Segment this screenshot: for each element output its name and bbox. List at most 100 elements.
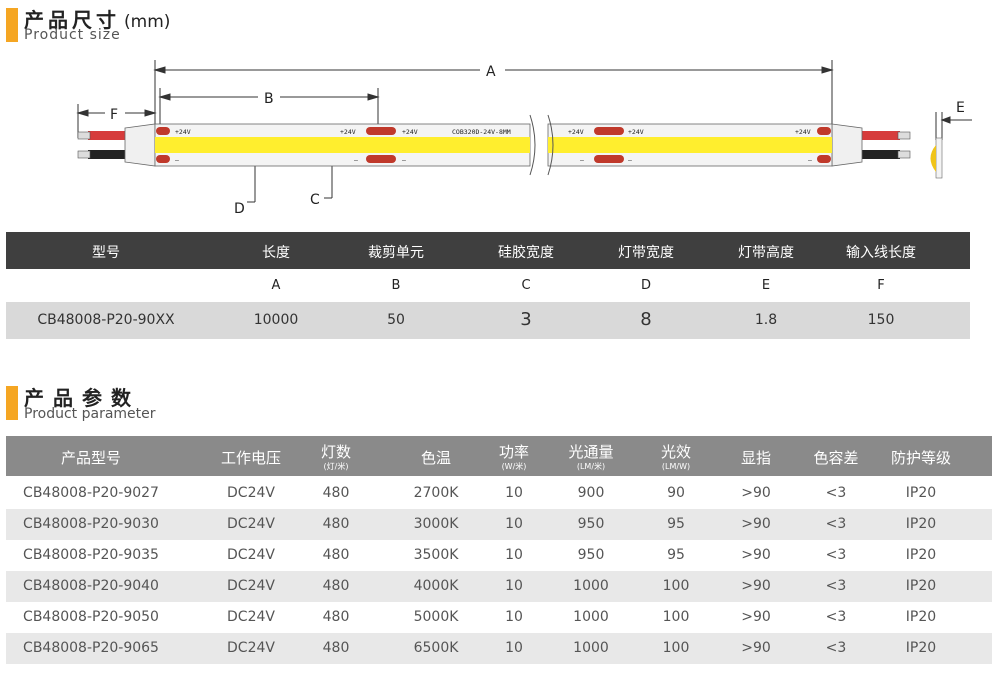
row-sdcm: <3 (825, 640, 847, 656)
row-sdcm: <3 (825, 516, 847, 532)
spec-header-wire-length: 输入线长度 (846, 245, 916, 261)
spec-header-strip-width: 灯带宽度 (618, 245, 674, 261)
minus-label-6: – (808, 156, 812, 164)
title-accent-bar (6, 386, 18, 420)
param-header-voltage: 工作电压 (220, 449, 281, 467)
param-header-cct: 色温 (420, 449, 451, 467)
row-efficacy: 95 (667, 516, 685, 532)
row-voltage: DC24V (227, 640, 275, 656)
dim-label-c: C (310, 192, 320, 208)
table-row: CB48008-P20-9050 DC24V 480 5000K 10 1000… (6, 602, 992, 633)
plus-label-6: +24V (795, 128, 811, 136)
minus-label-3: – (402, 156, 406, 164)
param-header-lumen: 光通量 (LM/米) (568, 443, 614, 471)
spec-table-letters: A B C D E F (6, 270, 970, 300)
param-header-led-count: 灯数 (灯/米) (320, 443, 351, 471)
row-ip: IP20 (905, 485, 937, 501)
row-ip: IP20 (905, 547, 937, 563)
spec-value-model: CB48008-P20-90XX (37, 312, 175, 328)
row-power: 10 (505, 640, 523, 656)
plus-label-5: +24V (628, 128, 644, 136)
spec-letter-f: F (877, 278, 885, 293)
row-efficacy: 95 (667, 547, 685, 563)
spec-header-silicone-width: 硅胶宽度 (498, 245, 554, 261)
table-row: CB48008-P20-9040 DC24V 480 4000K 10 1000… (6, 571, 992, 602)
dim-label-f: F (110, 107, 118, 123)
row-model: CB48008-P20-9040 (23, 578, 159, 594)
row-efficacy: 90 (667, 485, 685, 501)
spec-value-strip-height: 1.8 (754, 312, 778, 328)
row-led-count: 480 (322, 609, 350, 625)
spec-table-values: CB48008-P20-90XX 10000 50 3 8 1.8 150 (6, 302, 970, 339)
row-voltage: DC24V (227, 578, 275, 594)
row-voltage: DC24V (227, 547, 275, 563)
row-led-count: 480 (322, 547, 350, 563)
row-led-count: 480 (322, 578, 350, 594)
spec-value-length: 10000 (253, 312, 299, 328)
row-efficacy: 100 (662, 578, 690, 594)
row-lumen: 1000 (573, 578, 609, 594)
param-header-sdcm: 色容差 (813, 449, 859, 467)
param-header-ip: 防护等级 (890, 449, 951, 467)
spec-table-header: 型号 长度 裁剪单元 硅胶宽度 灯带宽度 灯带高度 输入线长度 (6, 232, 970, 269)
row-cct: 4000K (413, 578, 459, 594)
param-title-en: Product parameter (24, 406, 156, 422)
row-led-count: 480 (322, 640, 350, 656)
row-cri: >90 (741, 578, 771, 594)
row-power: 10 (505, 578, 523, 594)
table-row: CB48008-P20-9027 DC24V 480 2700K 10 900 … (6, 478, 992, 509)
row-led-count: 480 (322, 485, 350, 501)
row-ip: IP20 (905, 609, 937, 625)
plus-label-4: +24V (568, 128, 584, 136)
row-ip: IP20 (905, 516, 937, 532)
strip-dimension-diagram: +24V +24V +24V COB320D-24V-8MM +24V +24V… (76, 60, 972, 217)
table-row: CB48008-P20-9035 DC24V 480 3500K 10 950 … (6, 540, 992, 571)
dim-label-d: D (234, 201, 245, 217)
model-print: COB320D-24V-8MM (452, 128, 511, 136)
row-voltage: DC24V (227, 485, 275, 501)
spec-letter-b: B (391, 278, 401, 293)
dim-label-b: B (264, 91, 274, 107)
row-cct: 3000K (413, 516, 459, 532)
row-voltage: DC24V (227, 516, 275, 532)
row-model: CB48008-P20-9035 (23, 547, 159, 563)
table-row: CB48008-P20-9030 DC24V 480 3000K 10 950 … (6, 509, 992, 540)
row-cct: 3500K (413, 547, 459, 563)
param-table-header: 产品型号 工作电压 灯数 (灯/米) 色温 功率 (W/米) 光通量 (LM/米) 光… (6, 436, 992, 476)
row-cct: 5000K (413, 609, 459, 625)
spec-value-silicone-width: 3 (520, 309, 532, 330)
param-header-cri: 显指 (740, 449, 771, 467)
row-cct: 2700K (413, 485, 459, 501)
spec-value-wire-length: 150 (867, 312, 895, 328)
row-lumen: 1000 (573, 609, 609, 625)
param-header-efficacy: 光效 (LM/W) (660, 443, 691, 471)
row-model: CB48008-P20-9065 (23, 640, 159, 656)
row-ip: IP20 (905, 640, 937, 656)
row-model: CB48008-P20-9050 (23, 609, 159, 625)
row-sdcm: <3 (825, 485, 847, 501)
row-power: 10 (505, 485, 523, 501)
row-voltage: DC24V (227, 609, 275, 625)
spec-letter-c: C (521, 278, 531, 293)
param-header-model: 产品型号 (60, 449, 121, 467)
row-power: 10 (505, 609, 523, 625)
row-cri: >90 (741, 485, 771, 501)
row-model: CB48008-P20-9027 (23, 485, 159, 501)
minus-label-1: – (175, 156, 179, 164)
row-lumen: 900 (577, 485, 605, 501)
spec-header-length: 长度 (262, 245, 290, 261)
spec-letter-a: A (271, 278, 281, 293)
dim-label-a: A (486, 64, 496, 80)
row-sdcm: <3 (825, 609, 847, 625)
plus-label-2: +24V (340, 128, 356, 136)
spec-header-cut-unit: 裁剪单元 (368, 245, 424, 261)
spec-header-model: 型号 (92, 245, 120, 261)
row-efficacy: 100 (662, 640, 690, 656)
row-sdcm: <3 (825, 578, 847, 594)
row-lumen: 950 (577, 547, 605, 563)
spec-letter-e: E (761, 278, 771, 293)
table-row: CB48008-P20-9065 DC24V 480 6500K 10 1000… (6, 633, 992, 664)
row-lumen: 1000 (573, 640, 609, 656)
row-cct: 6500K (413, 640, 459, 656)
spec-header-strip-height: 灯带高度 (738, 245, 794, 261)
